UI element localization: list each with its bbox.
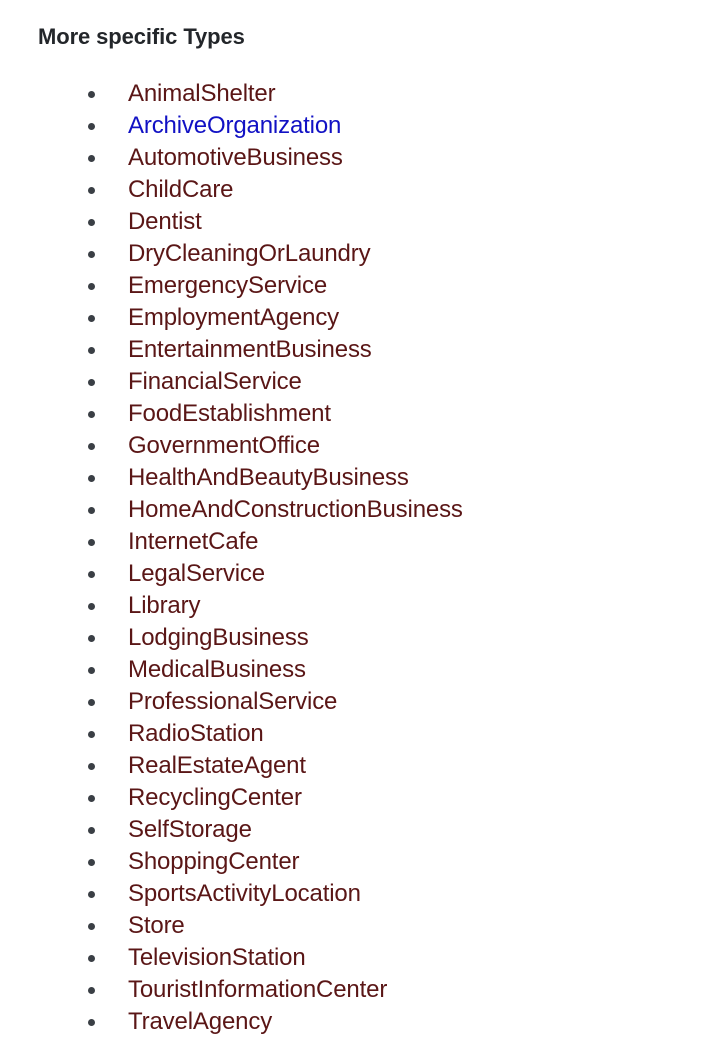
- list-item: LodgingBusiness: [0, 622, 463, 654]
- bullet-disc-icon: [88, 731, 95, 738]
- page-title: More specific Types: [38, 24, 245, 49]
- bullet-disc-icon: [88, 795, 95, 802]
- type-link[interactable]: FoodEstablishment: [128, 400, 331, 427]
- list-item: TravelAgency: [0, 1006, 463, 1038]
- bullet-disc-icon: [88, 507, 95, 514]
- bullet-disc-icon: [88, 123, 95, 130]
- type-link[interactable]: RecyclingCenter: [128, 784, 302, 811]
- more-specific-types-list: AnimalShelter ArchiveOrganization Automoti…: [0, 78, 463, 1038]
- list-item: AutomotiveBusiness: [0, 142, 463, 174]
- type-link[interactable]: InternetCafe: [128, 528, 258, 555]
- bullet-disc-icon: [88, 827, 95, 834]
- list-item: DryCleaningOrLaundry: [0, 238, 463, 270]
- type-link[interactable]: FinancialService: [128, 368, 302, 395]
- type-link[interactable]: DryCleaningOrLaundry: [128, 240, 371, 267]
- list-item: ShoppingCenter: [0, 846, 463, 878]
- bullet-disc-icon: [88, 539, 95, 546]
- type-link[interactable]: EmergencyService: [128, 272, 327, 299]
- list-item: MedicalBusiness: [0, 654, 463, 686]
- bullet-disc-icon: [88, 347, 95, 354]
- type-link[interactable]: LodgingBusiness: [128, 624, 309, 651]
- bullet-disc-icon: [88, 219, 95, 226]
- type-link[interactable]: Dentist: [128, 208, 202, 235]
- list-item: TelevisionStation: [0, 942, 463, 974]
- list-item: Dentist: [0, 206, 463, 238]
- bullet-disc-icon: [88, 251, 95, 258]
- bullet-disc-icon: [88, 411, 95, 418]
- list-item: GovernmentOffice: [0, 430, 463, 462]
- type-link[interactable]: RadioStation: [128, 720, 264, 747]
- type-link[interactable]: TelevisionStation: [128, 944, 306, 971]
- list-item: Library: [0, 590, 463, 622]
- type-link[interactable]: ShoppingCenter: [128, 848, 300, 875]
- bullet-disc-icon: [88, 443, 95, 450]
- bullet-disc-icon: [88, 891, 95, 898]
- list-item: EntertainmentBusiness: [0, 334, 463, 366]
- list-item: FoodEstablishment: [0, 398, 463, 430]
- type-link[interactable]: ArchiveOrganization: [128, 112, 341, 139]
- type-link[interactable]: HealthAndBeautyBusiness: [128, 464, 409, 491]
- list-item: FinancialService: [0, 366, 463, 398]
- list-item: TouristInformationCenter: [0, 974, 463, 1006]
- page-root: More specific Types AnimalShelter Archive…: [0, 0, 722, 1060]
- type-link[interactable]: LegalService: [128, 560, 265, 587]
- bullet-disc-icon: [88, 635, 95, 642]
- type-link[interactable]: TouristInformationCenter: [128, 976, 387, 1003]
- type-link[interactable]: GovernmentOffice: [128, 432, 320, 459]
- type-link[interactable]: AutomotiveBusiness: [128, 144, 343, 171]
- list-item: HomeAndConstructionBusiness: [0, 494, 463, 526]
- bullet-disc-icon: [88, 187, 95, 194]
- list-item: RecyclingCenter: [0, 782, 463, 814]
- type-link[interactable]: AnimalShelter: [128, 80, 276, 107]
- type-link[interactable]: MedicalBusiness: [128, 656, 306, 683]
- bullet-disc-icon: [88, 283, 95, 290]
- list-item: SelfStorage: [0, 814, 463, 846]
- bullet-disc-icon: [88, 91, 95, 98]
- type-link[interactable]: SportsActivityLocation: [128, 880, 361, 907]
- bullet-disc-icon: [88, 603, 95, 610]
- bullet-disc-icon: [88, 1019, 95, 1026]
- bullet-disc-icon: [88, 955, 95, 962]
- type-link[interactable]: ProfessionalService: [128, 688, 337, 715]
- list-item: HealthAndBeautyBusiness: [0, 462, 463, 494]
- list-item: RealEstateAgent: [0, 750, 463, 782]
- type-link[interactable]: RealEstateAgent: [128, 752, 306, 779]
- bullet-disc-icon: [88, 475, 95, 482]
- bullet-disc-icon: [88, 987, 95, 994]
- bullet-disc-icon: [88, 155, 95, 162]
- type-link[interactable]: SelfStorage: [128, 816, 252, 843]
- bullet-disc-icon: [88, 859, 95, 866]
- bullet-disc-icon: [88, 923, 95, 930]
- type-link[interactable]: TravelAgency: [128, 1008, 272, 1035]
- type-link[interactable]: Store: [128, 912, 185, 939]
- list-item: ProfessionalService: [0, 686, 463, 718]
- bullet-disc-icon: [88, 763, 95, 770]
- type-link[interactable]: HomeAndConstructionBusiness: [128, 496, 463, 523]
- list-item: Store: [0, 910, 463, 942]
- list-item: InternetCafe: [0, 526, 463, 558]
- bullet-disc-icon: [88, 571, 95, 578]
- list-item: AnimalShelter: [0, 78, 463, 110]
- type-link[interactable]: Library: [128, 592, 200, 619]
- list-item: EmergencyService: [0, 270, 463, 302]
- list-item: SportsActivityLocation: [0, 878, 463, 910]
- bullet-disc-icon: [88, 379, 95, 386]
- bullet-disc-icon: [88, 667, 95, 674]
- type-link[interactable]: EntertainmentBusiness: [128, 336, 372, 363]
- bullet-disc-icon: [88, 699, 95, 706]
- bullet-disc-icon: [88, 315, 95, 322]
- list-item: LegalService: [0, 558, 463, 590]
- list-item: ArchiveOrganization: [0, 110, 463, 142]
- type-link[interactable]: ChildCare: [128, 176, 234, 203]
- type-link[interactable]: EmploymentAgency: [128, 304, 339, 331]
- list-item: RadioStation: [0, 718, 463, 750]
- list-item: ChildCare: [0, 174, 463, 206]
- list-item: EmploymentAgency: [0, 302, 463, 334]
